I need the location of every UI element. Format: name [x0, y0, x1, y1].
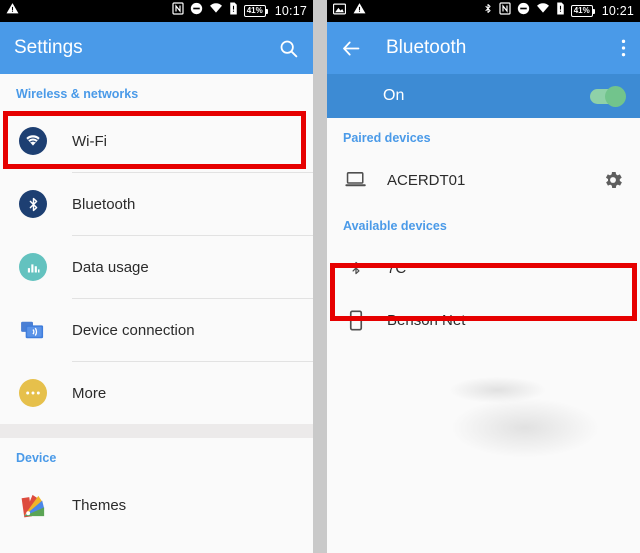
clock: 10:17 [274, 4, 307, 18]
device-item-benson-net[interactable]: Benson Net [327, 294, 640, 346]
settings-item-wifi[interactable]: Wi-Fi [0, 110, 313, 172]
background-smudge [450, 398, 600, 458]
phone-icon [343, 309, 369, 331]
device-item-7c[interactable]: 7C [327, 242, 640, 294]
device-item-acerdt01[interactable]: ACERDT01 [327, 154, 640, 206]
more-icon [16, 379, 50, 407]
do-not-disturb-icon [190, 2, 203, 20]
page-title: Settings [14, 37, 83, 58]
device-name: ACERDT01 [387, 171, 466, 189]
section-header-available: Available devices [327, 206, 640, 242]
settings-item-more[interactable]: More [0, 362, 313, 424]
bluetooth-toggle-switch[interactable] [590, 85, 626, 107]
settings-item-label: Themes [72, 496, 127, 514]
cast-icon [16, 319, 50, 341]
settings-item-themes[interactable]: Themes [0, 474, 313, 536]
wifi-icon [16, 127, 50, 155]
warning-icon [6, 2, 19, 20]
bluetooth-state-label: On [383, 87, 405, 104]
section-header-wireless: Wireless & networks [0, 74, 313, 110]
section-header-paired: Paired devices [327, 118, 640, 154]
settings-item-label: Wi-Fi [72, 132, 107, 150]
battery-indicator: 41% [243, 5, 268, 17]
screenshot-icon [332, 2, 347, 20]
background-smudge [450, 377, 545, 403]
page-title: Bluetooth [386, 37, 467, 58]
settings-item-label: More [72, 384, 107, 402]
nfc-icon [172, 2, 184, 20]
left-status-bar: 41% 10:17 [0, 0, 313, 22]
settings-item-data-usage[interactable]: Data usage [0, 236, 313, 298]
settings-item-label: Device connection [72, 321, 195, 339]
do-not-disturb-icon [517, 2, 530, 20]
clock: 10:21 [601, 4, 634, 18]
right-status-bar: 41% 10:21 [327, 0, 640, 22]
wifi-icon [536, 2, 550, 20]
search-icon[interactable] [278, 38, 299, 59]
battery-percent: 41% [246, 6, 263, 15]
bluetooth-app-bar: Bluetooth [327, 22, 640, 74]
battery-percent: 41% [573, 6, 590, 15]
gear-icon[interactable] [602, 169, 624, 191]
data-usage-icon [16, 253, 50, 281]
screenshot-stage: 41% 10:17 Settings Wireless & networks W… [0, 0, 640, 553]
section-header-device: Device [0, 438, 313, 474]
section-separator [0, 424, 313, 438]
bluetooth-toggle-row[interactable]: On [327, 74, 640, 118]
bluetooth-device-list: Paired devices ACERDT01 Available device… [327, 118, 640, 553]
settings-item-label: Data usage [72, 258, 149, 276]
nfc-icon [499, 2, 511, 20]
device-name: 7C [387, 259, 407, 277]
overflow-menu-icon[interactable] [621, 38, 626, 58]
wifi-icon [209, 2, 223, 20]
left-phone-screenshot: 41% 10:17 Settings Wireless & networks W… [0, 0, 313, 553]
battery-indicator: 41% [570, 5, 595, 17]
toggle-knob [605, 85, 626, 107]
sim-card-icon [556, 2, 565, 20]
laptop-icon [343, 171, 369, 189]
settings-item-device-connection[interactable]: Device connection [0, 299, 313, 361]
settings-item-label: Bluetooth [72, 195, 136, 213]
warning-icon [353, 2, 366, 20]
settings-app-bar: Settings [0, 22, 313, 74]
bluetooth-icon [16, 190, 50, 218]
bluetooth-icon [483, 2, 493, 20]
sim-card-icon [229, 2, 238, 20]
bluetooth-icon [343, 258, 369, 278]
settings-list: Wireless & networks Wi-Fi Bluetooth Data… [0, 74, 313, 553]
right-phone-screenshot: 41% 10:21 Bluetooth On Paired devices AC… [327, 0, 640, 553]
device-name: Benson Net [387, 311, 466, 329]
back-arrow-icon[interactable] [341, 38, 362, 59]
settings-item-bluetooth[interactable]: Bluetooth [0, 173, 313, 235]
themes-icon [16, 491, 50, 520]
